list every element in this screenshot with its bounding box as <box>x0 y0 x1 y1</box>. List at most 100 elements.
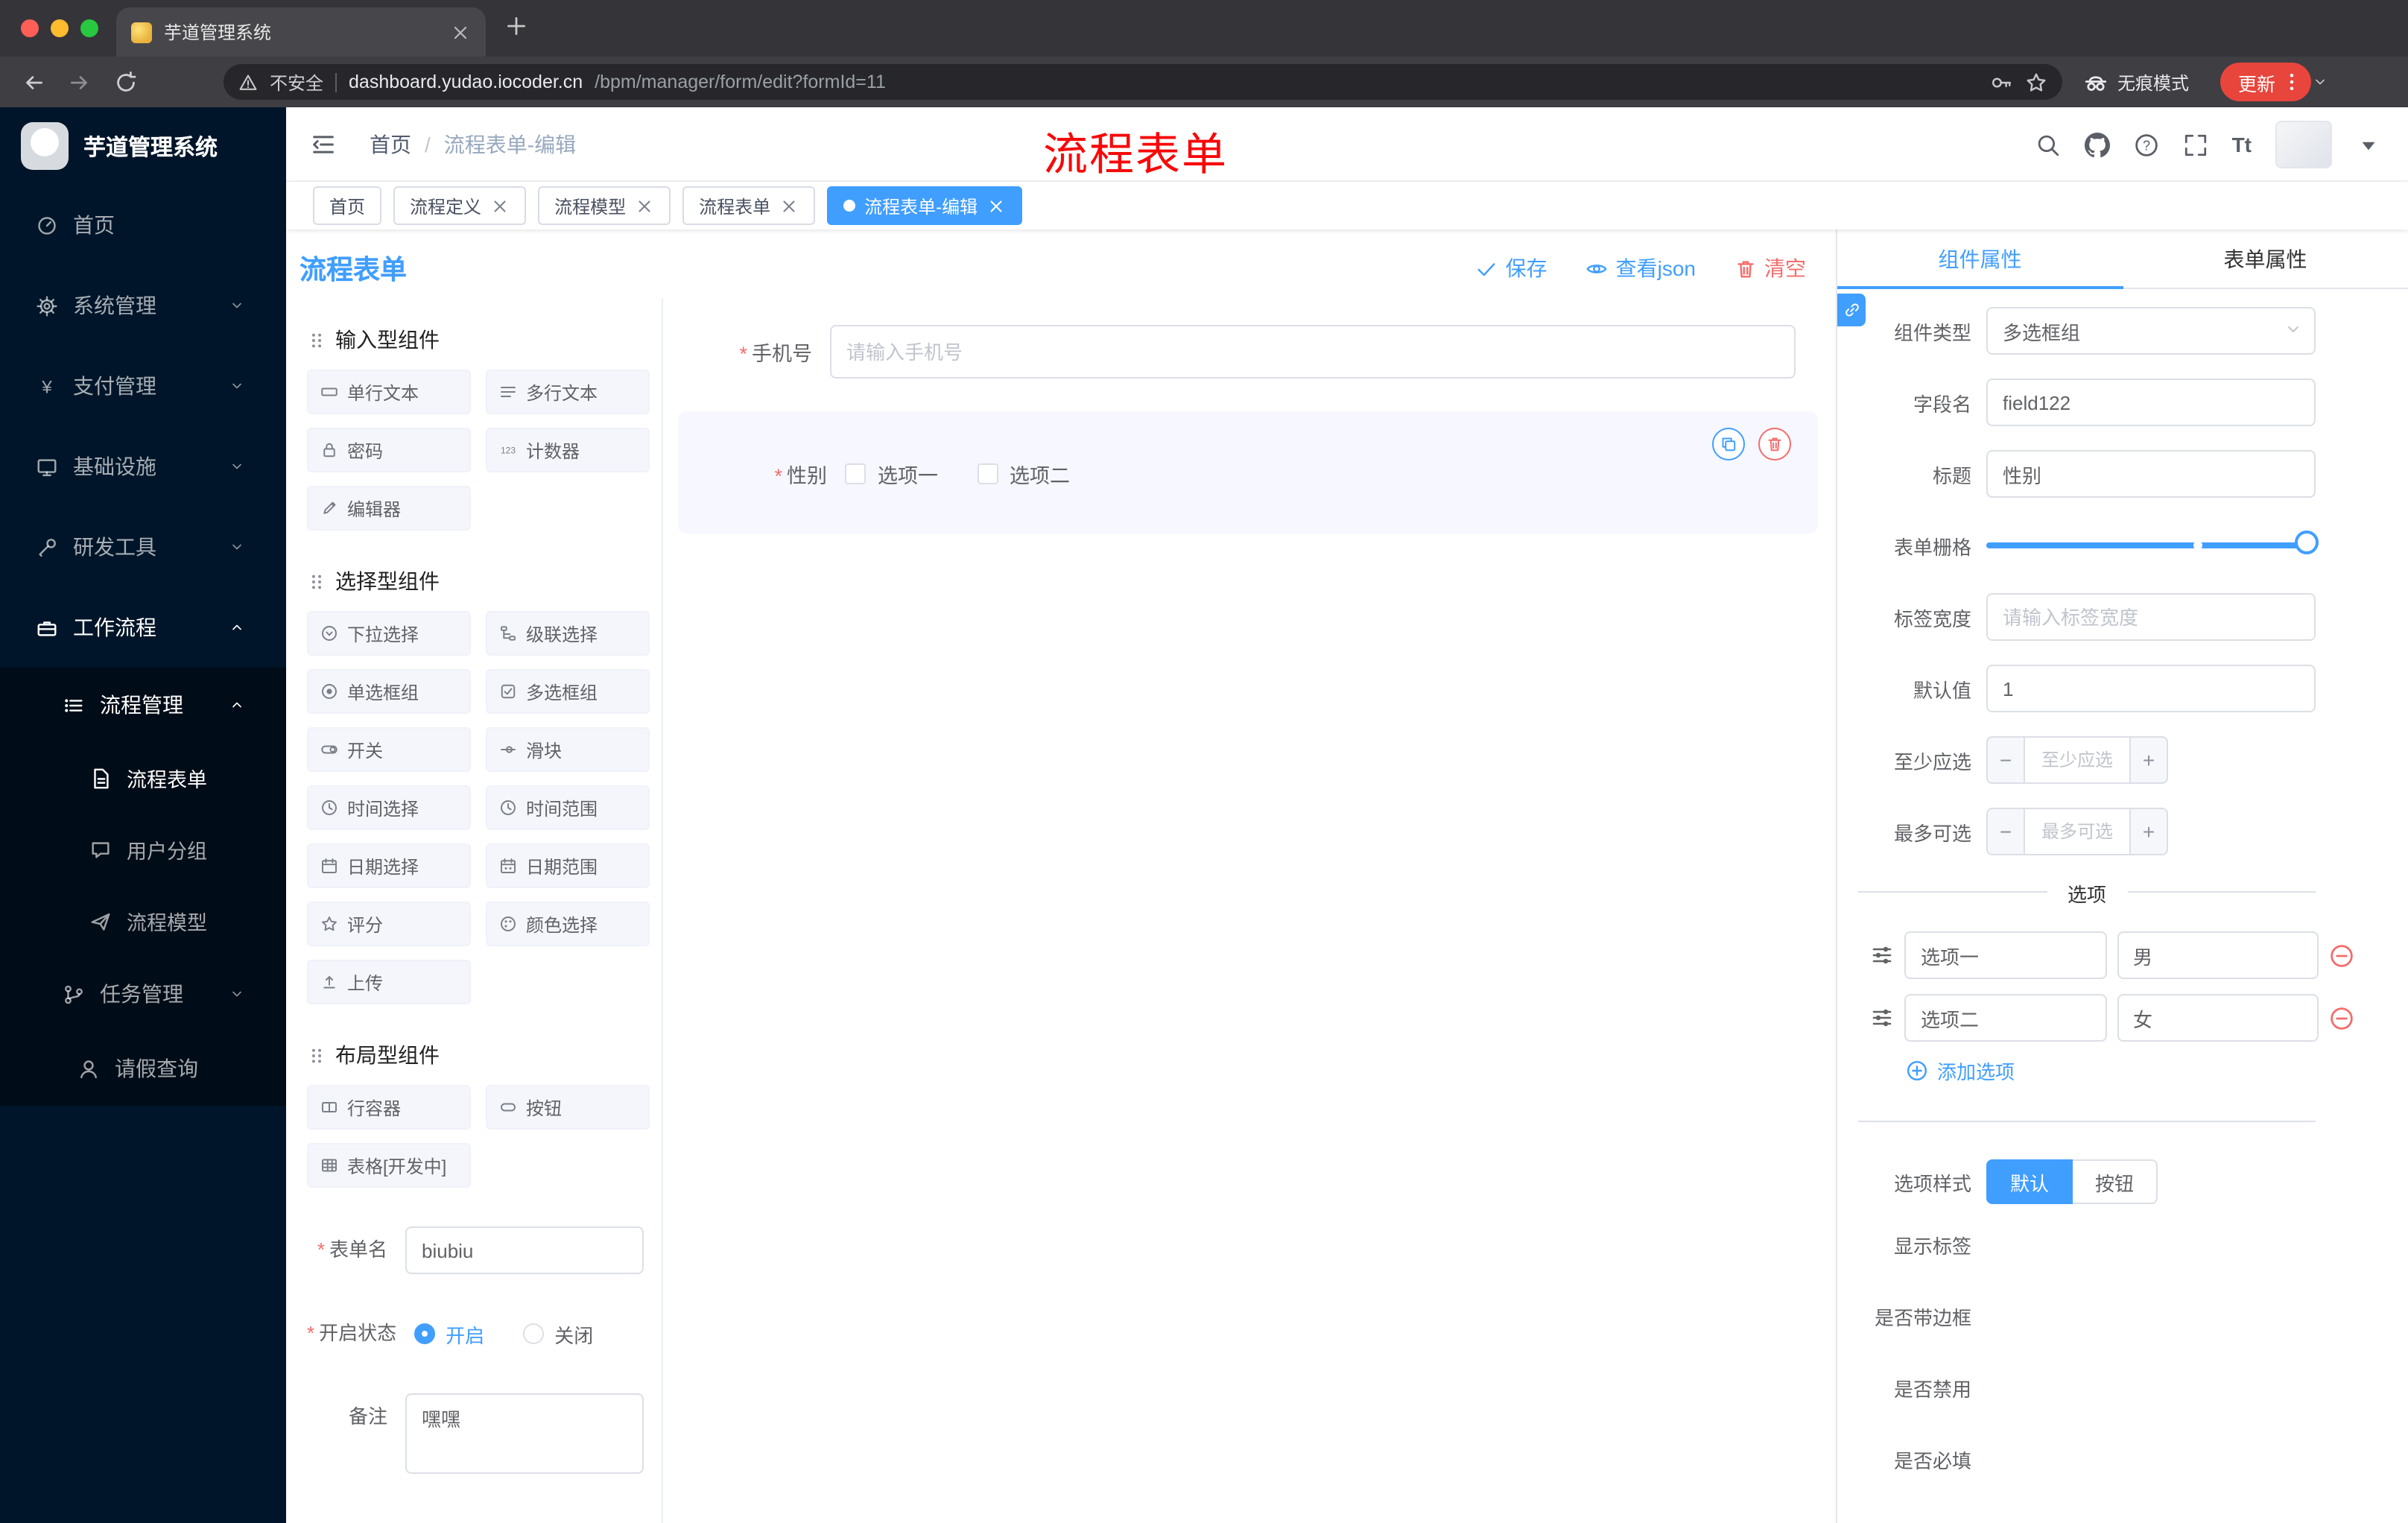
github-icon[interactable] <box>2085 132 2110 157</box>
radio-closed[interactable]: 关闭 <box>523 1320 593 1348</box>
palette-item-checkbox-group[interactable]: 多选框组 <box>486 669 650 714</box>
sidebar-item-system[interactable]: 系统管理 <box>0 265 286 346</box>
chevron-down-icon[interactable] <box>2313 75 2328 89</box>
tag-process-definition[interactable]: 流程定义 <box>393 186 527 225</box>
plus-button[interactable] <box>2129 808 2168 855</box>
save-button[interactable]: 保存 <box>1476 253 1547 283</box>
tag-process-model[interactable]: 流程模型 <box>538 186 671 225</box>
window-minimize-button[interactable] <box>51 19 69 37</box>
sidebar-item-process-model[interactable]: 流程模型 <box>0 885 286 957</box>
link-icon[interactable] <box>1837 294 1866 326</box>
font-size-icon[interactable]: Tt <box>2232 133 2252 156</box>
plus-button[interactable] <box>2129 736 2168 784</box>
tab-form-props[interactable]: 表单属性 <box>2123 229 2408 288</box>
option-2-label-input[interactable] <box>1904 994 2106 1042</box>
add-option-button[interactable]: 添加选项 <box>1906 1057 2316 1085</box>
palette-item-switch[interactable]: 开关 <box>307 727 471 772</box>
title-input[interactable] <box>1986 450 2316 498</box>
palette-item-single-line-text[interactable]: 单行文本 <box>307 370 471 414</box>
selected-widget-gender[interactable]: 性别 选项一 选项二 <box>678 411 1818 533</box>
min-select-input[interactable] <box>2025 736 2129 784</box>
sidebar-item-workflow[interactable]: 工作流程 <box>0 587 286 668</box>
close-icon[interactable] <box>779 196 799 215</box>
drag-handle-icon[interactable] <box>1870 943 1894 967</box>
palette-item-table[interactable]: 表格[开发中] <box>307 1143 471 1188</box>
search-icon[interactable] <box>2035 132 2061 157</box>
collapse-menu-icon[interactable] <box>310 131 337 158</box>
delete-icon[interactable] <box>1758 428 1791 460</box>
address-bar[interactable]: 不安全 dashboard.yudao.iocoder.cn/bpm/manag… <box>224 64 2062 100</box>
sidebar-item-leave-query[interactable]: 请假查询 <box>0 1031 286 1106</box>
close-icon[interactable] <box>986 196 1006 215</box>
max-select-input[interactable] <box>2025 808 2129 855</box>
minus-button[interactable] <box>1986 808 2025 855</box>
forward-button[interactable] <box>67 69 92 95</box>
drag-handle-icon[interactable] <box>1870 1006 1894 1030</box>
browser-tab[interactable]: 芋道管理系统 <box>116 7 486 57</box>
user-avatar[interactable] <box>2275 121 2332 168</box>
remove-option-icon[interactable] <box>2329 943 2354 968</box>
sidebar-item-infra[interactable]: 基础设施 <box>0 426 286 507</box>
option-1-label-input[interactable] <box>1904 931 2106 979</box>
key-icon[interactable] <box>1991 71 2013 93</box>
window-zoom-button[interactable] <box>80 19 98 37</box>
palette-item-upload[interactable]: 上传 <box>307 960 471 1004</box>
close-icon[interactable] <box>490 196 510 215</box>
component-type-select[interactable] <box>1986 307 2316 355</box>
minus-button[interactable] <box>1986 736 2025 784</box>
form-name-input[interactable] <box>405 1226 644 1274</box>
more-dots-icon[interactable] <box>2281 72 2302 92</box>
update-button[interactable]: 更新 <box>2220 63 2312 101</box>
palette-item-time-range[interactable]: 时间范围 <box>486 785 650 830</box>
remove-option-icon[interactable] <box>2329 1005 2354 1030</box>
fullscreen-icon[interactable] <box>2183 132 2208 157</box>
sidebar-item-payment[interactable]: 支付管理 <box>0 346 286 426</box>
view-json-button[interactable]: 查看json <box>1586 253 1696 283</box>
palette-item-rate[interactable]: 评分 <box>307 902 471 946</box>
sidebar-item-devtools[interactable]: 研发工具 <box>0 507 286 587</box>
label-width-input[interactable] <box>1986 593 2316 641</box>
palette-item-color-picker[interactable]: 颜色选择 <box>486 902 650 946</box>
sidebar-item-user-group[interactable]: 用户分组 <box>0 814 286 885</box>
style-default-button[interactable]: 默认 <box>1986 1159 2073 1204</box>
sidebar-item-process-management[interactable]: 流程管理 <box>0 668 286 742</box>
tab-close-icon[interactable] <box>450 22 471 42</box>
palette-item-select[interactable]: 下拉选择 <box>307 611 471 656</box>
back-button[interactable] <box>21 69 46 95</box>
palette-item-button[interactable]: 按钮 <box>486 1085 650 1130</box>
breadcrumb-home[interactable]: 首页 <box>370 130 411 159</box>
palette-item-date-range[interactable]: 日期范围 <box>486 843 650 888</box>
tag-home[interactable]: 首页 <box>313 186 382 225</box>
palette-item-editor[interactable]: 编辑器 <box>307 486 471 531</box>
question-icon[interactable] <box>2134 132 2159 157</box>
copy-icon[interactable] <box>1712 428 1745 460</box>
tab-component-props[interactable]: 组件属性 <box>1837 229 2123 289</box>
grid-slider[interactable] <box>1986 522 2319 569</box>
palette-item-textarea[interactable]: 多行文本 <box>486 370 650 414</box>
palette-item-slider[interactable]: 滑块 <box>486 727 650 772</box>
close-icon[interactable] <box>635 196 654 215</box>
palette-item-row-container[interactable]: 行容器 <box>307 1085 471 1130</box>
radio-open[interactable]: 开启 <box>414 1320 484 1348</box>
window-close-button[interactable] <box>21 19 39 37</box>
sidebar-item-home[interactable]: 首页 <box>0 185 286 265</box>
palette-item-cascader[interactable]: 级联选择 <box>486 611 650 656</box>
checkbox-option-2[interactable]: 选项二 <box>977 459 1070 489</box>
tag-process-form-edit[interactable]: 流程表单-编辑 <box>827 186 1023 225</box>
palette-item-time-picker[interactable]: 时间选择 <box>307 785 471 830</box>
field-phone[interactable]: 手机号 <box>663 325 1796 379</box>
palette-item-counter[interactable]: 计数器 <box>486 428 650 472</box>
checkbox-option-1[interactable]: 选项一 <box>845 459 938 489</box>
slider-handle[interactable] <box>2295 531 2319 554</box>
palette-item-date-picker[interactable]: 日期选择 <box>307 843 471 888</box>
sidebar-item-task-management[interactable]: 任务管理 <box>0 957 286 1031</box>
option-1-value-input[interactable] <box>2117 931 2319 979</box>
default-value-input[interactable] <box>1986 665 2316 712</box>
style-button-button[interactable]: 按钮 <box>2073 1159 2158 1204</box>
reload-button[interactable] <box>113 69 139 95</box>
tag-process-form[interactable]: 流程表单 <box>682 186 816 225</box>
bookmark-star-icon[interactable] <box>2025 71 2047 93</box>
field-name-input[interactable] <box>1986 379 2316 426</box>
phone-input[interactable] <box>830 325 1796 379</box>
option-2-value-input[interactable] <box>2117 994 2319 1042</box>
